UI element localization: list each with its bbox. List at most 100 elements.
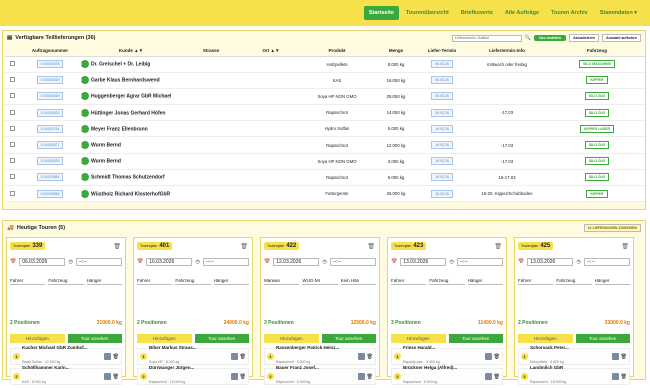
driver-select[interactable]: Fahrer (518, 278, 554, 285)
order-number[interactable]: V24/002877 (36, 141, 64, 150)
add-button[interactable]: Hinzufügen (10, 334, 65, 343)
trash-icon[interactable]: 🗑 (621, 374, 627, 380)
view-tour-button[interactable]: Tour ansehen (448, 334, 503, 343)
row-checkbox[interactable] (9, 142, 15, 148)
order-number[interactable]: V24/002829 (36, 76, 64, 85)
trash-icon[interactable]: 🗑 (621, 243, 629, 250)
info-icon[interactable] (230, 373, 238, 380)
trash-icon[interactable]: 🗑 (367, 354, 373, 360)
row-checkbox[interactable] (9, 190, 15, 196)
order-number[interactable]: V24/002884 (36, 173, 64, 182)
add-button[interactable]: Hinzufügen (518, 334, 573, 343)
row-checkbox[interactable] (9, 77, 15, 83)
add-button[interactable]: Hinzufügen (391, 334, 446, 343)
order-number[interactable]: V24/002878 (36, 60, 64, 69)
vehicle-select[interactable]: Fahrzeug (175, 278, 211, 285)
trash-icon[interactable]: 🗑 (367, 374, 373, 380)
nav-item[interactable]: Alle Aufträge (500, 6, 544, 20)
table-row[interactable]: V24/002764 i Meyer Franz Ellenbrunn Hydro S… (5, 120, 645, 138)
info-icon[interactable] (357, 373, 365, 380)
list-item[interactable]: 1 Friess Harald... Rapsöly plus · 3.400 kg… (391, 345, 503, 365)
add-button[interactable]: Hinzufügen (137, 334, 192, 343)
list-item[interactable]: 2 Bauer Franz Josef... Rapsschrot · 5.000 … (264, 365, 376, 385)
info-icon[interactable] (611, 353, 619, 360)
date-field[interactable]: 12.03.2026 (273, 258, 320, 266)
list-item[interactable]: 1 Biber Markus Straus... Soya HP · 8.000 k… (137, 345, 249, 365)
list-item[interactable]: 2 Brückner Helga (Alfred)... Rapsschrot · … (391, 365, 503, 385)
driver-select[interactable]: Fahrer (391, 278, 427, 285)
nav-item[interactable]: Touren Archiv (546, 6, 593, 20)
date-field[interactable]: 13.03.2026 (400, 258, 447, 266)
nav-item[interactable]: Briefkuverts (456, 6, 498, 20)
table-row[interactable]: V24/002823 i Hüttinger Jonas Gerhard Höfen… (5, 104, 645, 122)
trash-icon[interactable]: 🗑 (113, 374, 119, 380)
driver-select[interactable]: Fahrer (137, 278, 173, 285)
list-item[interactable]: 2 Schöllhammer Karin... KAS · 8.000 kg 🗑 (10, 365, 122, 385)
trailer-select[interactable]: Hänger (594, 278, 630, 285)
table-row[interactable]: V24/002877 i Wurm Bernd Rapsschrot 12.000 kg… (5, 136, 645, 154)
list-item[interactable]: 1 Schorsack Peter... Holzpellets · 5.000 k… (518, 345, 630, 365)
vehicle-select[interactable]: WUG-MI (302, 278, 338, 285)
table-row[interactable]: V24/002878 i Dr. Greischel + Dr. Leibig Hol… (5, 56, 645, 73)
trash-icon[interactable]: 🗑 (240, 354, 246, 360)
table-row[interactable]: V24/002669 i Huggenberger Agrar GbR Michae… (5, 88, 645, 106)
info-icon[interactable] (611, 373, 619, 380)
assign-deliveries-button[interactable]: 14 LIEFERUNGEN ZUWEISEN (583, 224, 641, 232)
order-number[interactable]: V24/002896 (36, 189, 64, 198)
trailer-select[interactable]: Kein Hän (340, 278, 376, 285)
row-checkbox[interactable] (9, 174, 15, 180)
row-checkbox[interactable] (9, 125, 15, 131)
trash-icon[interactable]: 🗑 (367, 243, 375, 250)
date-field[interactable]: 13.03.2026 (527, 258, 574, 266)
search-input[interactable]: Lieferschein / Artikel (451, 34, 522, 42)
trash-icon[interactable]: 🗑 (113, 243, 121, 250)
row-checkbox[interactable] (9, 93, 15, 99)
trash-icon[interactable]: 🗑 (494, 374, 500, 380)
clear-selection-button[interactable]: Auswahl aufheben (602, 34, 641, 42)
list-item[interactable]: 1 Ranzenberger Patrick Heinz... Rapsschrot… (264, 345, 376, 365)
row-checkbox[interactable] (9, 61, 15, 67)
nav-item[interactable]: Stammdaten ▾ (595, 6, 642, 20)
driver-select[interactable]: Fahrer (10, 278, 46, 285)
row-checkbox[interactable] (9, 109, 15, 115)
info-icon[interactable] (357, 353, 365, 360)
trash-icon[interactable]: 🗑 (621, 354, 627, 360)
row-checkbox[interactable] (9, 158, 15, 164)
driver-select[interactable]: Marwan (264, 278, 300, 285)
order-number[interactable]: V24/002669 (36, 92, 64, 101)
time-field[interactable]: --:-- (329, 258, 377, 266)
table-row[interactable]: V24/002829 i Garbe Klaus Bernhardswend KAS 1… (5, 72, 645, 89)
trailer-select[interactable]: Hänger (86, 278, 122, 285)
date-field[interactable]: 06.03.2026 (19, 258, 66, 266)
trash-icon[interactable]: 🗑 (240, 374, 246, 380)
trash-icon[interactable]: 🗑 (494, 354, 500, 360)
info-icon[interactable] (484, 353, 492, 360)
trash-icon[interactable]: 🗑 (494, 243, 502, 250)
time-field[interactable]: --:-- (202, 258, 250, 266)
trash-icon[interactable]: 🗑 (113, 354, 119, 360)
info-icon[interactable] (484, 373, 492, 380)
view-tour-button[interactable]: Tour ansehen (575, 334, 630, 343)
search-icon[interactable]: 🔍 (525, 35, 531, 41)
view-tour-button[interactable]: Tour ansehen (321, 334, 376, 343)
table-row[interactable]: V24/002896 i Wüstholz Richard KlosterhofGb… (5, 185, 645, 203)
trailer-select[interactable]: Hänger (467, 278, 503, 285)
trailer-select[interactable]: Hänger (213, 278, 249, 285)
refresh-button[interactable]: Aktualisieren (569, 34, 600, 42)
column-header[interactable]: Kunde ▲▼ (81, 45, 181, 57)
vehicle-select[interactable]: Fahrzeug (429, 278, 465, 285)
table-row[interactable]: V24/002876 i Wurm Bernd Soya HP NON GMO 3.00… (5, 153, 645, 170)
add-button[interactable]: Hinzufügen (264, 334, 319, 343)
view-tour-button[interactable]: Tour ansehen (194, 334, 249, 343)
list-item[interactable]: 2 Landmilch GbR Rapsschrot · 18.000 kg 🗑 (518, 365, 630, 385)
new-button[interactable]: Neu erstellen (534, 35, 567, 41)
date-field[interactable]: 16.03.2026 (146, 258, 193, 266)
time-field[interactable]: --:-- (583, 258, 631, 266)
info-icon[interactable] (103, 373, 111, 380)
info-icon[interactable] (230, 353, 238, 360)
list-item[interactable]: 1 Kucher Michael GbR Zumhof... Radix Sulfa… (10, 345, 122, 365)
nav-item[interactable]: Startseite (363, 6, 399, 20)
time-field[interactable]: --:-- (75, 258, 123, 266)
order-number[interactable]: V24/002823 (36, 108, 64, 117)
order-number[interactable]: V24/002876 (36, 157, 64, 166)
